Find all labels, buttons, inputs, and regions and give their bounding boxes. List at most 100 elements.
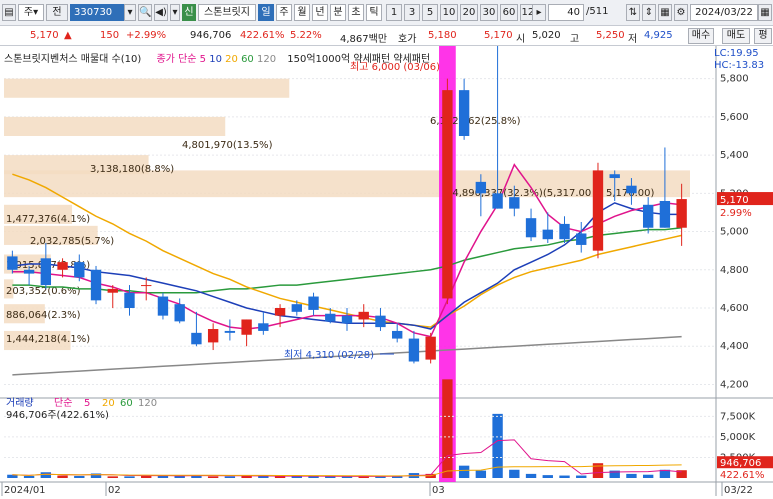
stock-code-input[interactable]: 330730: [70, 4, 124, 21]
legend-ma-20: 20: [225, 54, 238, 65]
candle-body: [659, 200, 671, 228]
interval-button[interactable]: 20: [460, 4, 478, 21]
expand-icon[interactable]: ▸: [532, 4, 546, 21]
candle-body: [241, 319, 252, 335]
volume-ma-label: 단순: [54, 397, 72, 409]
volume-tick-label: 7,500K: [720, 411, 756, 422]
price-change: 150: [100, 30, 120, 41]
date-label: 03/22: [724, 485, 753, 496]
candle-body: [576, 233, 587, 245]
candle-body: [341, 315, 353, 324]
price-tick-label: 4,400: [720, 341, 749, 352]
more-icon[interactable]: ▾: [170, 4, 180, 21]
interval-button[interactable]: 1: [386, 4, 402, 21]
save-icon[interactable]: ▦: [658, 4, 672, 21]
volume-bar: [626, 473, 637, 478]
period-button[interactable]: 틱: [366, 4, 382, 21]
volume-bar: [124, 476, 135, 478]
buy-button[interactable]: 매수: [688, 28, 714, 44]
interval-button[interactable]: 5: [422, 4, 438, 21]
price-tick-label: 4,600: [720, 303, 749, 314]
candle-body: [592, 170, 604, 251]
volume-ma-period: 120: [138, 398, 157, 409]
candle-body: [358, 311, 369, 320]
candle-body: [174, 304, 185, 322]
period-button[interactable]: 초: [348, 4, 364, 21]
candle-body: [90, 269, 102, 301]
interval-button[interactable]: 60: [500, 4, 518, 21]
date-label: 02: [108, 485, 121, 496]
gear-icon[interactable]: ⚙: [674, 4, 688, 21]
period-button[interactable]: 월: [294, 4, 310, 21]
candle-body: [74, 262, 85, 278]
high-price: 5,250: [596, 30, 625, 41]
volume-bar: [40, 472, 52, 478]
scroll-icon[interactable]: ⇅: [626, 4, 640, 21]
candle-body: [124, 292, 135, 308]
volume-bar: [576, 475, 587, 478]
candle-body: [7, 256, 18, 270]
interval-button[interactable]: 10: [440, 4, 458, 21]
period-button[interactable]: 년: [312, 4, 328, 21]
legend-ma-120: 120: [256, 54, 277, 65]
sell-button[interactable]: 매도: [722, 28, 750, 44]
price-change-pct: +2.99%: [126, 30, 167, 41]
legend-ma-prefix: 종가 단순: [156, 54, 197, 65]
volume-ma-period: 60: [120, 398, 133, 409]
price-tick-label: 5,600: [720, 112, 749, 123]
menu-icon[interactable]: ▤: [2, 4, 16, 21]
chart-area[interactable]: 5,8005,6005,4005,2005,0004,8004,6004,400…: [0, 40, 773, 496]
price-tick-label: 5,000: [720, 227, 749, 238]
page-count-input[interactable]: 40: [548, 4, 584, 21]
volume-bar: [542, 475, 553, 478]
calendar-icon[interactable]: ▦: [758, 4, 772, 21]
chart-legend: 스톤브릿지벤처스 매물대 수(10) 종가 단순 5 10 20 60 120 …: [4, 50, 430, 65]
volume-bar: [525, 473, 537, 478]
volume-current-tag-text: 946,706: [720, 458, 761, 469]
period-button[interactable]: 일: [258, 4, 274, 21]
page-total: /511: [586, 6, 609, 17]
toolbar: ▤ 주▾ 전 330730 ▾ 🔍 ◀) ▾ 신 스톤브릿지 일주월년분초틱 1…: [0, 0, 773, 26]
candle-body: [23, 269, 35, 274]
prev-button[interactable]: 전: [46, 4, 68, 21]
market-select[interactable]: 주▾: [18, 4, 44, 21]
period-button[interactable]: 분: [330, 4, 346, 21]
candle-body: [274, 308, 286, 316]
up-arrow-icon: ▲: [64, 30, 72, 41]
candle-body: [258, 323, 269, 331]
chart-settings-icon[interactable]: ⇕: [642, 4, 656, 21]
interval-button[interactable]: 30: [480, 4, 498, 21]
volume-value: 946,706: [190, 30, 232, 41]
volume-tick-label: 5,000K: [720, 432, 756, 443]
low-label: 저: [628, 34, 638, 45]
code-dropdown-icon[interactable]: ▾: [124, 4, 136, 21]
volume-bar: [458, 465, 470, 478]
candle-body: [609, 174, 620, 179]
speaker-icon[interactable]: ◀): [154, 4, 168, 21]
candle-body: [458, 90, 470, 136]
candle-body: [626, 185, 637, 194]
date-input[interactable]: 2024/03/22: [690, 4, 758, 21]
price-tick-label: 5,800: [720, 74, 749, 85]
price-chart-svg[interactable]: 5,8005,6005,4005,2005,0004,8004,6004,400…: [0, 40, 773, 496]
volume-bar: [23, 475, 35, 478]
period-button[interactable]: 주: [276, 4, 292, 21]
candle-body: [475, 181, 487, 194]
candle-body: [425, 336, 436, 360]
low-price: 4,925: [644, 30, 673, 41]
volume-current-pct: 422.61%: [720, 470, 765, 481]
current-price-pct: 2.99%: [720, 208, 752, 219]
eval-button[interactable]: 평: [754, 28, 772, 44]
search-icon[interactable]: 🔍: [138, 4, 152, 21]
turnover-ratio: 5.22%: [290, 30, 322, 41]
market-label: 주: [23, 7, 34, 18]
date-label: 2024/01: [4, 485, 46, 496]
volume-bar: [592, 463, 604, 478]
ask-label: 호가: [398, 34, 417, 45]
volume-ma-period: 20: [102, 398, 115, 409]
interval-button[interactable]: 3: [404, 4, 420, 21]
candle-body: [141, 285, 152, 287]
lowest-price-label: 최저 4,310 (02/28): [284, 349, 374, 361]
current-price: 5,170: [30, 30, 59, 41]
quote-bar: 5,170 ▲ 150 +2.99% 946,706 422.61% 5.22%…: [0, 26, 773, 46]
